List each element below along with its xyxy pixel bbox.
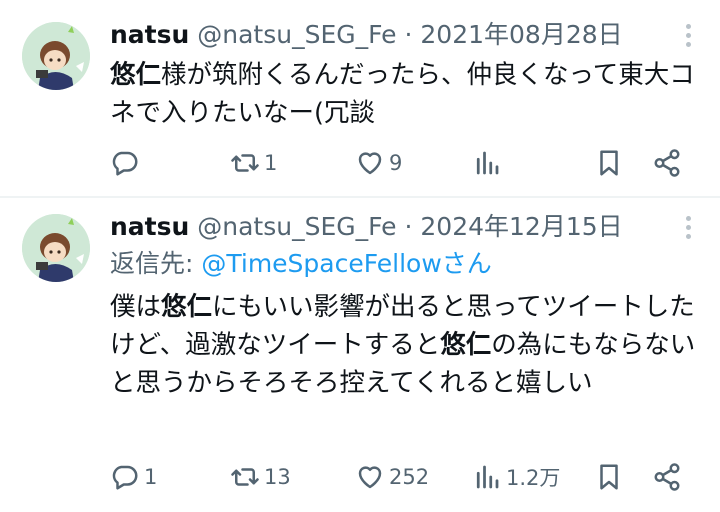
tweet[interactable]: natsu @natsu_SEG_Fe · 2024年12月15日 返信先: @… <box>0 198 720 512</box>
share-button[interactable] <box>652 460 682 494</box>
heart-icon <box>358 466 382 489</box>
tweet-text: 悠仁様が筑附くるんだったら、仲良くなって東大コネで入りたいなー(冗談 <box>110 56 700 132</box>
author-handle[interactable]: @natsu_SEG_Fe <box>197 212 396 241</box>
body-segment: 僕は <box>110 292 162 322</box>
views-button[interactable]: 1.2万 <box>472 460 560 494</box>
tweet-date[interactable]: 2021年08月28日 <box>420 20 622 49</box>
tweet-header: natsu @natsu_SEG_Fe · 2024年12月15日 <box>110 212 623 242</box>
repost-button[interactable]: 1 <box>230 146 277 180</box>
bookmark-button[interactable] <box>594 460 624 494</box>
tweet-actions: 1 9 <box>110 146 700 180</box>
reply-button[interactable] <box>110 146 144 180</box>
bookmark-icon <box>600 150 618 176</box>
analytics-icon <box>476 465 499 489</box>
reply-count: 1 <box>144 465 158 489</box>
body-segment: 様が筑附くるんだったら、仲良くなって東大コネで入りたいなー(冗談 <box>110 60 695 128</box>
avatar[interactable] <box>22 214 90 282</box>
like-count: 252 <box>389 465 430 489</box>
reply-to-user-link[interactable]: @TimeSpaceFellow <box>201 249 441 278</box>
like-count: 9 <box>389 151 403 175</box>
repost-count: 1 <box>264 151 278 175</box>
author-name[interactable]: natsu <box>110 20 189 49</box>
repost-icon <box>231 154 259 172</box>
body-segment: 悠仁 <box>161 292 213 322</box>
reply-button[interactable]: 1 <box>110 460 157 494</box>
bookmark-button[interactable] <box>594 146 624 180</box>
tweet-actions: 1 13 252 1.2万 <box>110 460 700 494</box>
reply-to-suffix: さん <box>441 249 492 278</box>
more-options-icon[interactable] <box>684 24 692 54</box>
repost-count: 13 <box>264 465 291 489</box>
author-name[interactable]: natsu <box>110 212 189 241</box>
reply-context: 返信先: @TimeSpaceFellowさん <box>110 248 492 280</box>
avatar[interactable] <box>22 22 90 90</box>
body-segment: 悠仁 <box>110 60 162 90</box>
separator-dot: · <box>404 212 413 241</box>
repost-button[interactable]: 13 <box>230 460 291 494</box>
share-icon <box>654 149 680 177</box>
reply-icon <box>112 465 138 490</box>
views-count: 1.2万 <box>506 466 561 490</box>
author-handle[interactable]: @natsu_SEG_Fe <box>197 20 396 49</box>
tweet-date[interactable]: 2024年12月15日 <box>420 212 622 241</box>
share-icon <box>654 463 680 491</box>
like-button[interactable]: 252 <box>355 460 429 494</box>
separator-dot: · <box>404 20 413 49</box>
analytics-icon <box>476 151 499 175</box>
bookmark-icon <box>600 464 618 490</box>
tweet[interactable]: natsu @natsu_SEG_Fe · 2021年08月28日 悠仁様が筑附… <box>0 0 720 196</box>
reply-icon <box>112 151 138 176</box>
heart-icon <box>358 152 382 175</box>
body-segment: 悠仁 <box>440 330 492 360</box>
reply-to-prefix: 返信先: <box>110 249 202 278</box>
tweet-header: natsu @natsu_SEG_Fe · 2021年08月28日 <box>110 20 623 50</box>
share-button[interactable] <box>652 146 682 180</box>
views-button[interactable] <box>472 146 506 180</box>
repost-icon <box>231 468 259 486</box>
like-button[interactable]: 9 <box>355 146 402 180</box>
tweet-text: 僕は悠仁にもいい影響が出ると思ってツイートしたけど、過激なツイートすると悠仁の為… <box>110 288 700 402</box>
more-options-icon[interactable] <box>684 216 692 246</box>
